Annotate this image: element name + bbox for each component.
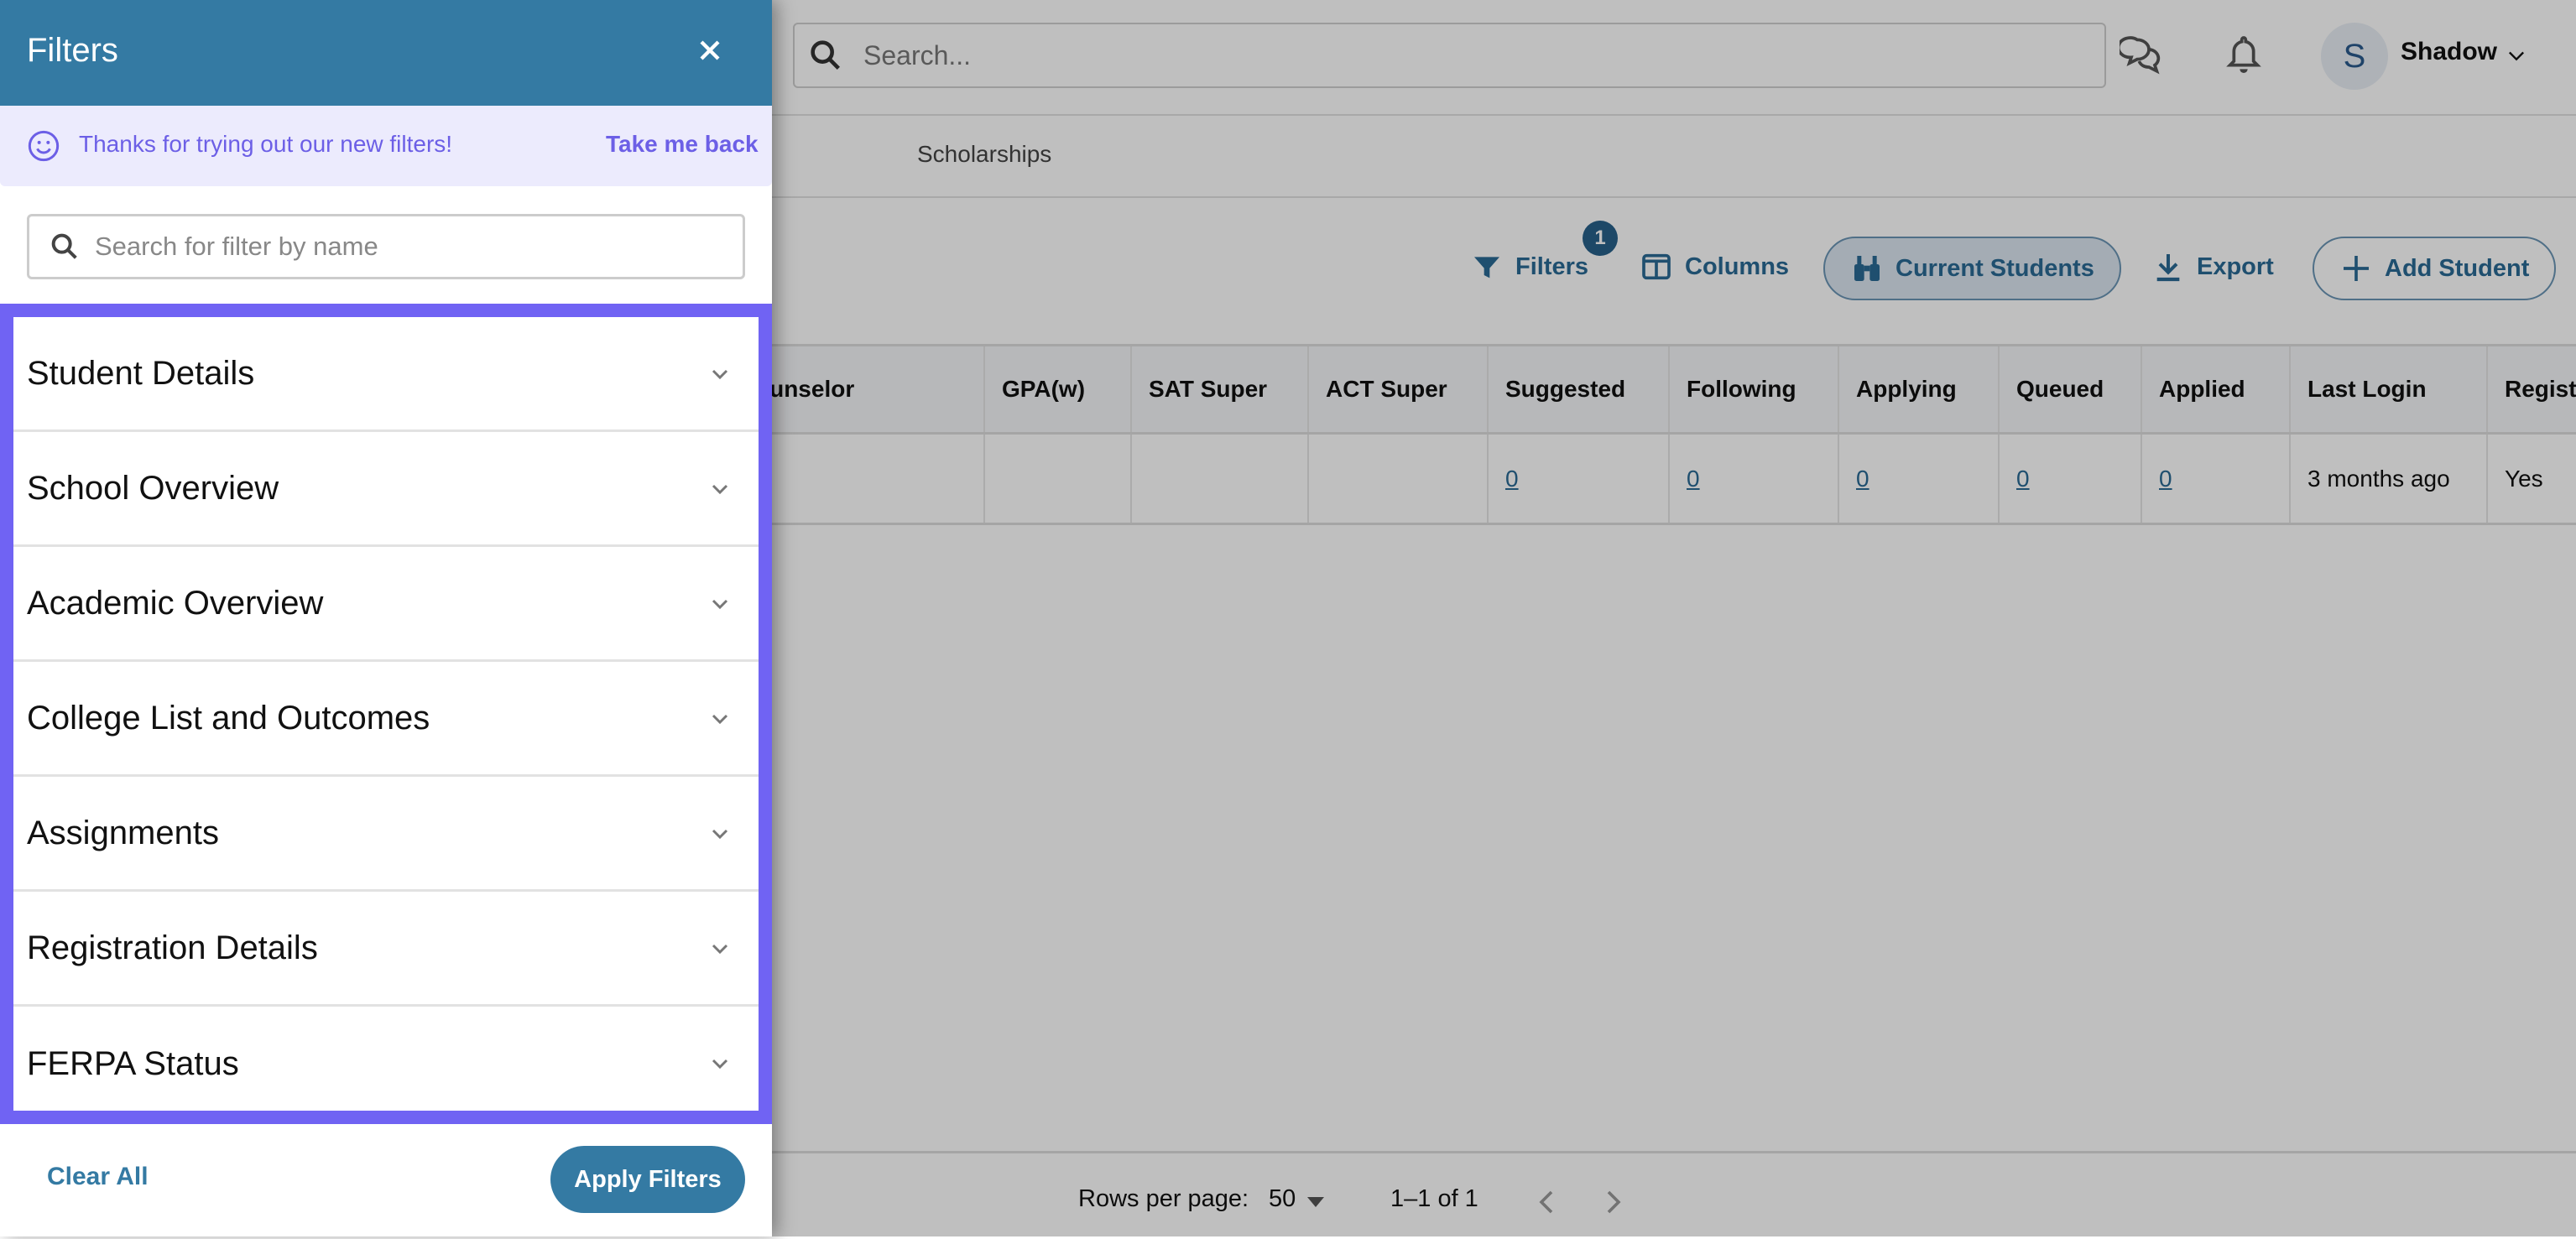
filters-drawer: Filters Thanks for trying out our new fi… <box>0 0 772 1236</box>
filter-section-college-list-and-outcomes[interactable]: College List and Outcomes <box>13 662 759 777</box>
filter-section-student-details[interactable]: Student Details <box>13 317 759 432</box>
section-label: Student Details <box>27 354 255 392</box>
close-icon[interactable] <box>693 34 727 67</box>
filter-search-input[interactable] <box>93 231 734 263</box>
section-label: School Overview <box>27 469 279 507</box>
notice-message: Thanks for trying out our new filters! <box>79 131 453 157</box>
filter-section-school-overview[interactable]: School Overview <box>13 432 759 547</box>
chevron-down-icon[interactable] <box>707 476 733 502</box>
chevron-down-icon[interactable] <box>707 1050 733 1077</box>
apply-filters-button[interactable]: Apply Filters <box>550 1146 745 1213</box>
search-icon <box>51 233 77 259</box>
section-label: Registration Details <box>27 929 318 966</box>
chevron-down-icon[interactable] <box>707 361 733 388</box>
chevron-down-icon[interactable] <box>707 935 733 962</box>
drawer-title: Filters <box>27 32 118 69</box>
clear-all-button[interactable]: Clear All <box>47 1163 149 1191</box>
filter-sections-list: Student Details School Overview Academic… <box>13 317 759 1122</box>
section-label: FERPA Status <box>27 1045 239 1082</box>
filter-search[interactable] <box>27 214 745 279</box>
drawer-footer: Clear All Apply Filters <box>0 1124 772 1236</box>
take-me-back-link[interactable]: Take me back <box>606 131 759 158</box>
section-label: College List and Outcomes <box>27 699 430 737</box>
filter-section-registration-details[interactable]: Registration Details <box>13 892 759 1007</box>
smiley-face-icon <box>28 130 60 162</box>
chevron-down-icon[interactable] <box>707 820 733 847</box>
new-filters-notice: Thanks for trying out our new filters! T… <box>0 106 772 186</box>
section-label: Academic Overview <box>27 584 324 622</box>
drawer-header: Filters <box>0 0 772 106</box>
section-label: Assignments <box>27 814 219 851</box>
filter-section-academic-overview[interactable]: Academic Overview <box>13 547 759 662</box>
filter-section-ferpa-status[interactable]: FERPA Status <box>13 1007 759 1122</box>
filter-section-assignments[interactable]: Assignments <box>13 777 759 892</box>
chevron-down-icon[interactable] <box>707 705 733 732</box>
chevron-down-icon[interactable] <box>707 591 733 617</box>
